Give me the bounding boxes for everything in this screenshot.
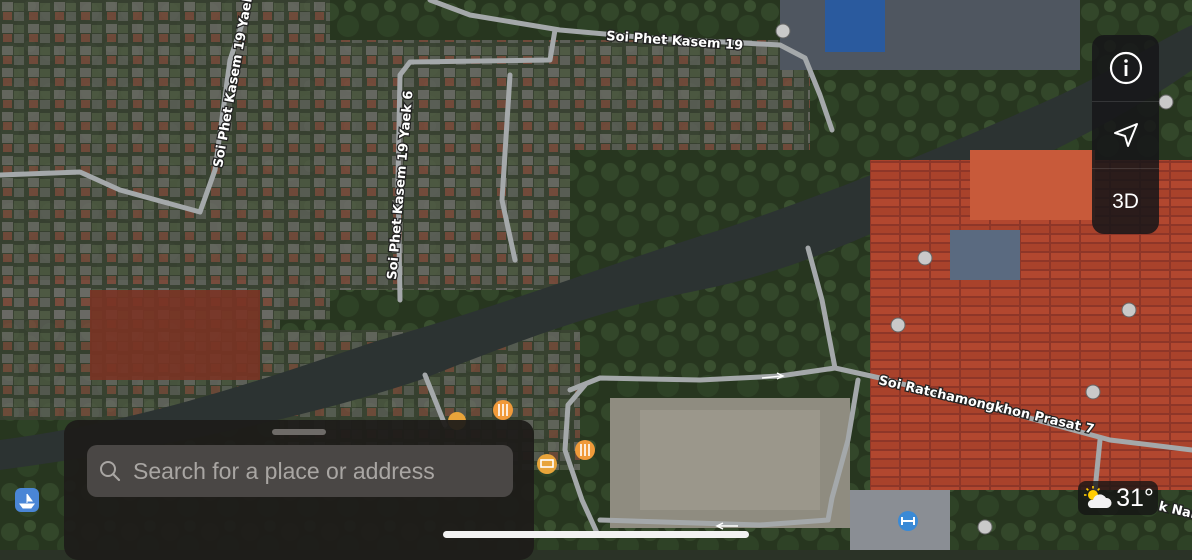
- pin-icon[interactable]: [1158, 94, 1174, 110]
- pin-icon[interactable]: [775, 23, 791, 39]
- info-icon: [1109, 51, 1142, 85]
- temple-courtyard: [950, 230, 1020, 280]
- temperature-label: 31°: [1116, 483, 1154, 512]
- block-north-center: [330, 40, 570, 290]
- weather-badge: 31°: [1078, 481, 1158, 515]
- location-button[interactable]: [1092, 102, 1159, 169]
- 3d-button[interactable]: 3D: [1092, 169, 1159, 234]
- pin-icon[interactable]: [1121, 302, 1137, 318]
- blue-roof: [825, 0, 885, 52]
- hotel-icon[interactable]: [537, 454, 557, 474]
- search-sheet: [64, 420, 534, 560]
- location-arrow-icon: [1113, 123, 1138, 147]
- pin-icon[interactable]: [890, 317, 906, 333]
- boat-icon[interactable]: [15, 488, 39, 512]
- restaurant-icon[interactable]: [575, 440, 595, 460]
- partly-cloudy-icon: [1084, 486, 1112, 508]
- map-controls: 3D: [1092, 35, 1159, 234]
- search-bar[interactable]: [87, 445, 513, 497]
- search-icon: [99, 460, 121, 482]
- fitness-icon[interactable]: [898, 511, 918, 531]
- home-indicator[interactable]: [443, 531, 749, 538]
- restaurant-icon[interactable]: [493, 400, 513, 420]
- sheet-grabber[interactable]: [272, 429, 326, 435]
- info-button[interactable]: [1092, 35, 1159, 102]
- warehouse-roof-patch: [640, 410, 820, 510]
- block-northwest: [0, 0, 330, 320]
- pin-icon[interactable]: [977, 519, 993, 535]
- pin-icon[interactable]: [1085, 384, 1101, 400]
- pin-icon[interactable]: [917, 250, 933, 266]
- search-input[interactable]: [131, 456, 505, 486]
- red-building-west: [90, 290, 260, 380]
- block-north-east: [560, 40, 810, 150]
- temple-hall-north: [970, 150, 1095, 220]
